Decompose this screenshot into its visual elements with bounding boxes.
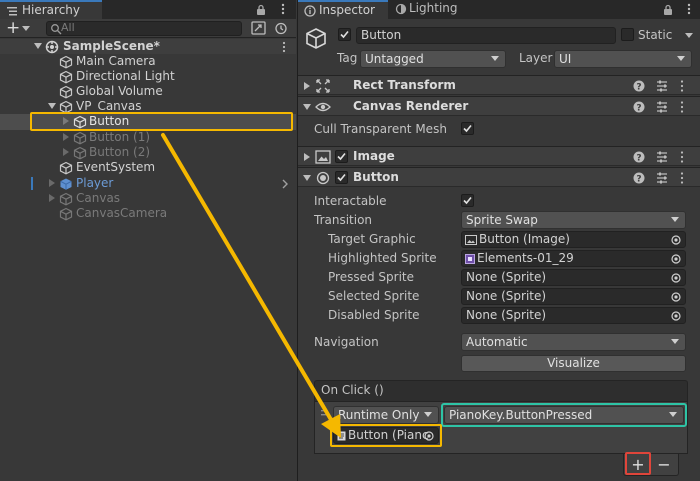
drag-arrow-annotation [161, 133, 341, 438]
